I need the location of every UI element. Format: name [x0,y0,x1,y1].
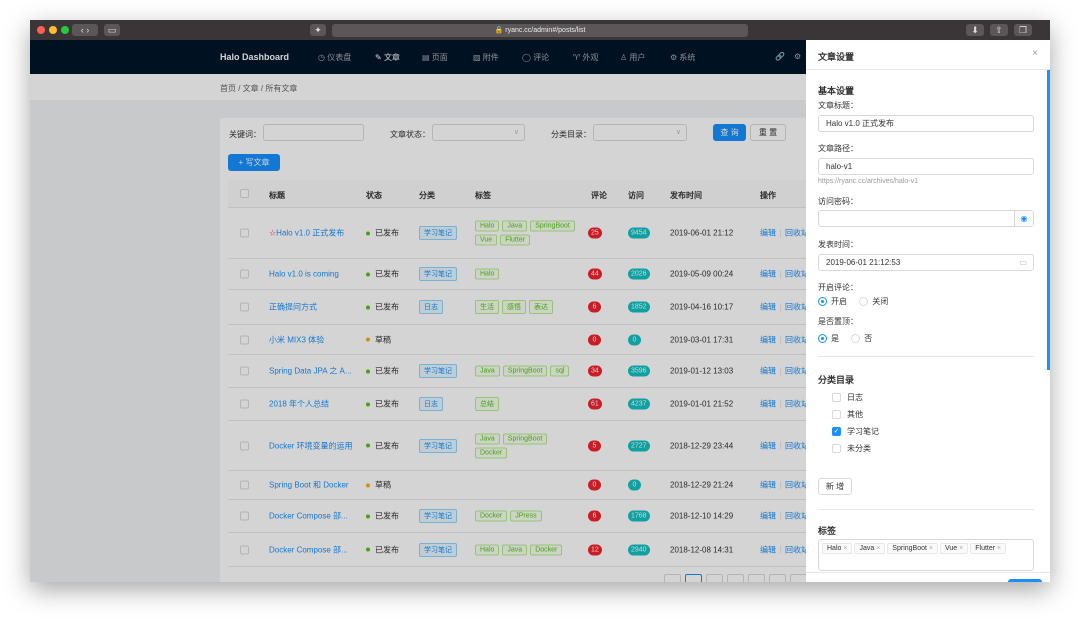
selected-tag: SpringBoot × [887,543,938,554]
category-label: 学习笔记 [847,427,879,436]
tags-heading: 标签 [818,526,837,536]
divider [818,356,1034,357]
checkbox-icon[interactable] [832,444,841,454]
tags-select[interactable]: Halo × Java × SpringBoot × Vue × Flutter × [818,539,1034,571]
selected-tag: Vue × [939,543,969,554]
remove-tag-icon[interactable]: × [995,545,1001,552]
radio-top-no[interactable]: 否 [851,334,872,344]
title-label: 文章标题： [818,101,858,110]
browser-titlebar: ‹ › ▭ ✦ 🔒 ryanc.cc/admin#/posts/list ⬇ ⇪… [30,20,1050,40]
date-label: 发表时间： [818,240,858,249]
selected-tag: Halo × [822,543,853,554]
category-checkbox-item[interactable]: 日志 [832,392,879,409]
add-category-button[interactable]: 新 增 [818,478,852,495]
category-label: 未分类 [847,444,871,453]
selected-tag: Java × [854,543,886,554]
comment-radio-group: 开启 关闭 [818,296,888,307]
remove-tag-icon[interactable]: × [957,545,963,552]
drawer-header: 文章设置 × [806,40,1050,70]
back-forward-icon[interactable]: ‹ › [72,24,98,36]
calendar-icon: ▭ [1019,258,1027,267]
category-checkbox-item[interactable]: ✓ 学习笔记 [832,426,879,443]
basic-settings-heading: 基本设置 [818,86,855,96]
remove-tag-icon[interactable]: × [841,545,847,552]
date-input[interactable]: 2019-06-01 21:12:53 ▭ [818,254,1034,271]
site-favicon-icon: ✦ [310,24,326,36]
slug-label: 文章路径： [818,144,858,153]
close-window-button[interactable] [37,26,45,34]
share-icon[interactable]: ⇪ [990,24,1008,36]
close-icon[interactable]: × [1032,48,1038,59]
download-icon[interactable]: ⬇ [966,24,984,36]
category-checkbox-item[interactable]: 其他 [832,409,879,426]
tag-label: SpringBoot [892,545,927,552]
scrollbar[interactable] [1047,70,1050,370]
category-heading: 分类目录 [818,375,855,385]
tag-label: Java [859,545,875,552]
post-settings-drawer: 文章设置 × 基本设置 文章标题： Halo v1.0 正式发布 文章路径： h… [806,40,1050,582]
category-label: 其他 [847,410,863,419]
remove-tag-icon[interactable]: × [927,545,933,552]
password-label: 访问密码： [818,197,858,206]
category-label: 日志 [847,393,863,402]
address-bar[interactable]: 🔒 ryanc.cc/admin#/posts/list [332,24,748,37]
radio-comment-on[interactable]: 开启 [818,297,847,307]
radio-comment-off[interactable]: 关闭 [859,297,888,307]
tabs-icon[interactable]: ❐ [1014,24,1032,36]
radio-top-yes[interactable]: 是 [818,334,839,344]
save-button[interactable]: 保 存 [1008,579,1042,582]
password-input[interactable]: ◉ [818,210,1034,227]
checkbox-icon[interactable] [832,393,841,403]
comment-label: 开启评论： [818,283,858,292]
eye-icon[interactable]: ◉ [1014,211,1033,226]
sidebar-toggle-icon[interactable]: ▭ [104,24,120,36]
checkbox-checked-icon[interactable]: ✓ [832,427,841,437]
drawer-mask[interactable] [30,40,806,582]
slug-hint: https://ryanc.cc/archives/halo-v1 [818,178,918,185]
url-text: ryanc.cc/admin#/posts/list [505,27,586,34]
maximize-window-button[interactable] [61,26,69,34]
remove-tag-icon[interactable]: × [874,545,880,552]
date-value: 2019-06-01 21:12:53 [826,258,901,267]
tag-label: Flutter [975,545,996,552]
drawer-title: 文章设置 [818,52,855,62]
tag-label: Halo [827,545,842,552]
divider [818,509,1034,510]
tag-label: Vue [944,545,958,552]
title-input[interactable]: Halo v1.0 正式发布 [818,115,1034,132]
top-label: 是否置顶： [818,317,858,326]
slug-input[interactable]: halo-v1 [818,158,1034,175]
checkbox-icon[interactable] [832,410,841,420]
minimize-window-button[interactable] [49,26,57,34]
browser-window: ‹ › ▭ ✦ 🔒 ryanc.cc/admin#/posts/list ⬇ ⇪… [30,20,1050,582]
selected-tag: Flutter × [970,543,1007,554]
top-radio-group: 是 否 [818,333,872,344]
category-checkbox-item[interactable]: 未分类 [832,443,879,460]
